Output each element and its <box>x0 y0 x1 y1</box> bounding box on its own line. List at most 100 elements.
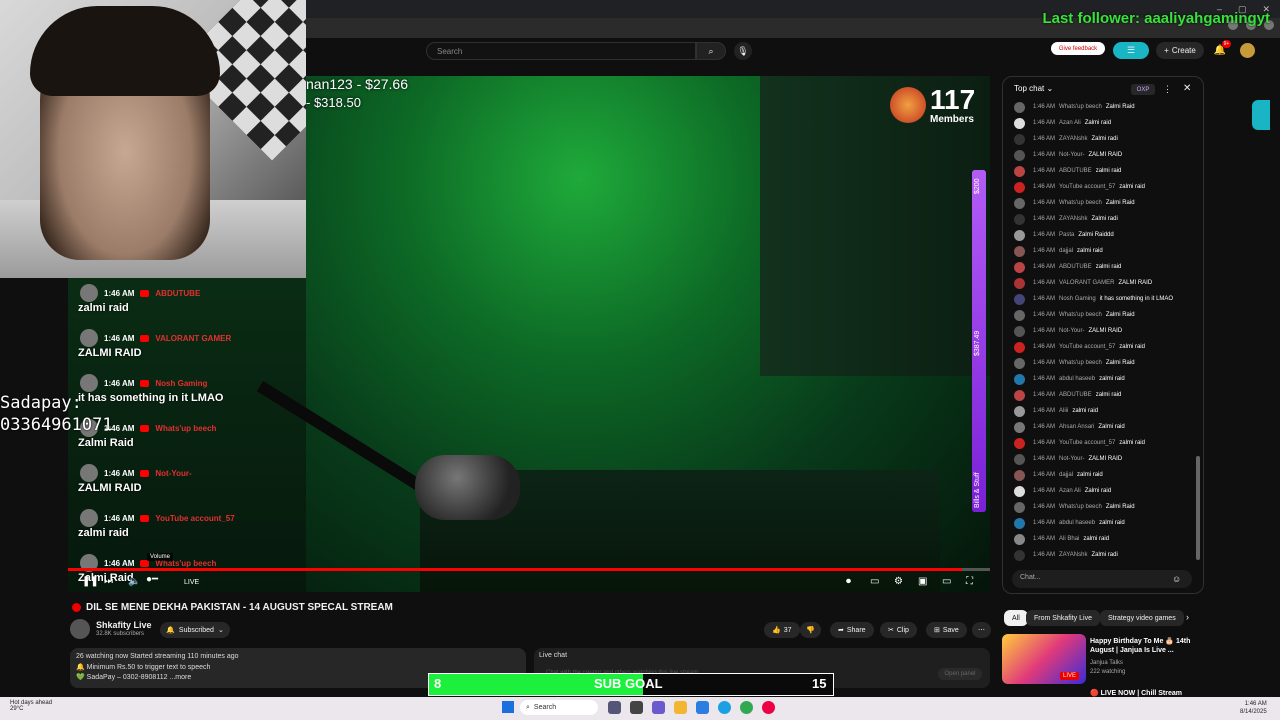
chat-author-avatar[interactable] <box>1014 549 1025 561</box>
chrome-icon[interactable] <box>740 701 753 714</box>
chat-author-avatar[interactable] <box>1014 133 1025 145</box>
chat-author-name[interactable]: Nosh Gaming <box>1059 296 1096 302</box>
chat-author-avatar[interactable] <box>1014 213 1025 225</box>
chat-author-avatar[interactable] <box>1014 373 1025 385</box>
chat-author-name[interactable]: VALORANT GAMER <box>1059 280 1114 286</box>
chat-author-name[interactable]: ZAYANshk <box>1059 216 1087 222</box>
chat-author-avatar[interactable] <box>1014 293 1025 305</box>
chat-message[interactable]: 1:46 AM Ali Bhai zalmi raid <box>1014 531 1199 547</box>
next-button[interactable]: ⏭ <box>104 576 113 587</box>
chat-message[interactable]: 1:46 AM Not-Your- ZALMI RAID <box>1014 451 1199 467</box>
chat-message[interactable]: 1:46 AM Whats'up beech Zalmi Raid <box>1014 355 1199 371</box>
chat-message[interactable]: 1:46 AM Whats'up beech Zalmi Raid <box>1014 499 1199 515</box>
chat-message[interactable]: 1:46 AM Aliii zalmi raid <box>1014 403 1199 419</box>
chat-author-avatar[interactable] <box>1014 229 1025 241</box>
rec-title[interactable]: Happy Birthday To Me 🎂 14th August | Jan… <box>1090 637 1200 655</box>
create-button[interactable]: + Create <box>1156 42 1204 59</box>
chat-message[interactable]: 1:46 AM Whats'up beech Zalmi Raid <box>1014 99 1199 115</box>
dislike-button[interactable]: 👎 <box>800 622 821 638</box>
chat-author-name[interactable]: Not-Your- <box>1059 456 1084 462</box>
extension-button[interactable]: ☰ <box>1113 42 1149 59</box>
chat-message[interactable]: 1:46 AM Azan Ali Zalmi raid <box>1014 115 1199 131</box>
chat-author-avatar[interactable] <box>1014 421 1025 433</box>
chat-author-name[interactable]: YouTube account_57 <box>1059 440 1115 446</box>
chat-message[interactable]: 1:46 AM Azan Ali Zalmi raid <box>1014 483 1199 499</box>
chat-author-name[interactable]: ABDUTUBE <box>1059 392 1092 398</box>
chat-author-avatar[interactable] <box>1014 181 1025 193</box>
channel-avatar[interactable] <box>70 619 90 639</box>
voice-search-button[interactable]: 🎙 <box>734 42 752 60</box>
chat-author-name[interactable]: ABDUTUBE <box>1059 264 1092 270</box>
chat-message[interactable]: 1:46 AM YouTube account_57 zalmi raid <box>1014 435 1199 451</box>
oxp-badge[interactable]: OXP <box>1131 84 1155 95</box>
chat-more-icon[interactable]: ⋮ <box>1163 84 1172 95</box>
subtitles-button[interactable]: ▭ <box>870 576 879 587</box>
chat-author-avatar[interactable] <box>1014 197 1025 209</box>
chat-author-name[interactable]: Not-Your- <box>1059 152 1084 158</box>
more-actions-button[interactable]: ⋯ <box>972 622 991 638</box>
chat-author-avatar[interactable] <box>1014 245 1025 257</box>
channel-name[interactable]: Shkafity Live <box>96 620 152 630</box>
autoplay-toggle[interactable]: ⏺ <box>846 576 851 587</box>
chat-author-name[interactable]: Azan Ali <box>1059 120 1081 126</box>
chat-message[interactable]: 1:46 AM dajjal zalmi raid <box>1014 467 1199 483</box>
file-explorer-icon[interactable] <box>674 701 687 714</box>
settings-button[interactable]: ⚙ <box>894 576 903 587</box>
chat-message[interactable]: 1:46 AM abdul haseeb zalmi raid <box>1014 515 1199 531</box>
chat-author-name[interactable]: Aliii <box>1059 408 1068 414</box>
chat-author-name[interactable]: Whats'up beech <box>1059 104 1102 110</box>
chat-author-avatar[interactable] <box>1014 277 1025 289</box>
chat-author-name[interactable]: abdul haseeb <box>1059 520 1095 526</box>
weather-widget[interactable]: Hot days ahead 29°C <box>10 700 52 712</box>
chip-all[interactable]: All <box>1004 610 1028 626</box>
store-icon[interactable] <box>696 701 709 714</box>
chat-message[interactable]: 1:46 AM Whats'up beech Zalmi Raid <box>1014 307 1199 323</box>
extension-side-tab[interactable] <box>1252 100 1270 130</box>
emoji-icon[interactable]: ☺ <box>1172 574 1181 584</box>
chat-message[interactable]: 1:46 AM dajjal zalmi raid <box>1014 243 1199 259</box>
chat-author-name[interactable]: Whats'up beech <box>1059 504 1102 510</box>
chat-author-avatar[interactable] <box>1014 517 1025 529</box>
taskbar-search[interactable]: ⌕ Search <box>520 700 598 715</box>
subscribed-button[interactable]: 🔔 Subscribed ⌄ <box>160 622 230 638</box>
chat-author-avatar[interactable] <box>1014 501 1025 513</box>
volume-slider[interactable]: ●━ <box>146 574 158 585</box>
chat-author-name[interactable]: ZAYANshk <box>1059 552 1087 558</box>
like-button[interactable]: 👍 37 <box>764 622 800 638</box>
chat-author-name[interactable]: dajjal <box>1059 248 1073 254</box>
chat-close-icon[interactable]: ✕ <box>1183 83 1191 94</box>
chat-message[interactable]: 1:46 AM ZAYANshk Zalmi radi <box>1014 131 1199 147</box>
chat-author-avatar[interactable] <box>1014 117 1025 129</box>
chat-message[interactable]: 1:46 AM abdul haseeb zalmi raid <box>1014 371 1199 387</box>
chat-message[interactable]: 1:46 AM VALORANT GAMER ZALMI RAID <box>1014 275 1199 291</box>
chat-author-avatar[interactable] <box>1014 533 1025 545</box>
chat-author-avatar[interactable] <box>1014 101 1025 113</box>
chat-message[interactable]: 1:46 AM Pasta Zalmi Raiddd <box>1014 227 1199 243</box>
description-line[interactable]: 💚 SadaPay – 0302-8908112 ...more <box>76 673 191 681</box>
chip-strategy[interactable]: Strategy video games <box>1100 610 1184 626</box>
chat-author-avatar[interactable] <box>1014 453 1025 465</box>
chat-author-avatar[interactable] <box>1014 165 1025 177</box>
chat-scrollbar[interactable] <box>1196 456 1200 560</box>
chevron-right-icon[interactable]: › <box>1186 612 1189 622</box>
chat-author-avatar[interactable] <box>1014 437 1025 449</box>
taskbar-clock[interactable]: 1:46 AM 8/14/2025 <box>1240 700 1267 716</box>
chat-message[interactable]: 1:46 AM ABDUTUBE zalmi raid <box>1014 387 1199 403</box>
chat-author-name[interactable]: Not-Your- <box>1059 328 1084 334</box>
search-input[interactable]: Search <box>426 42 696 60</box>
app-icon[interactable] <box>630 701 643 714</box>
chat-author-avatar[interactable] <box>1014 309 1025 321</box>
chat-message[interactable]: 1:46 AM ZAYANshk Zalmi radi <box>1014 547 1199 563</box>
chip-from-channel[interactable]: From Shkafity Live <box>1026 610 1100 626</box>
chat-author-name[interactable]: Whats'up beech <box>1059 312 1102 318</box>
edge-icon[interactable] <box>718 701 731 714</box>
chat-message[interactable]: 1:46 AM ZAYANshk Zalmi radi <box>1014 211 1199 227</box>
chat-author-name[interactable]: Whats'up beech <box>1059 360 1102 366</box>
fullscreen-button[interactable]: ⛶ <box>966 576 973 587</box>
chat-author-name[interactable]: YouTube account_57 <box>1059 344 1115 350</box>
chat-author-avatar[interactable] <box>1014 357 1025 369</box>
chat-author-name[interactable]: ABDUTUBE <box>1059 168 1092 174</box>
task-view-icon[interactable] <box>608 701 621 714</box>
chat-author-name[interactable]: Ahsan Ansari <box>1059 424 1094 430</box>
chat-message[interactable]: 1:46 AM Not-Your- ZALMI RAID <box>1014 323 1199 339</box>
